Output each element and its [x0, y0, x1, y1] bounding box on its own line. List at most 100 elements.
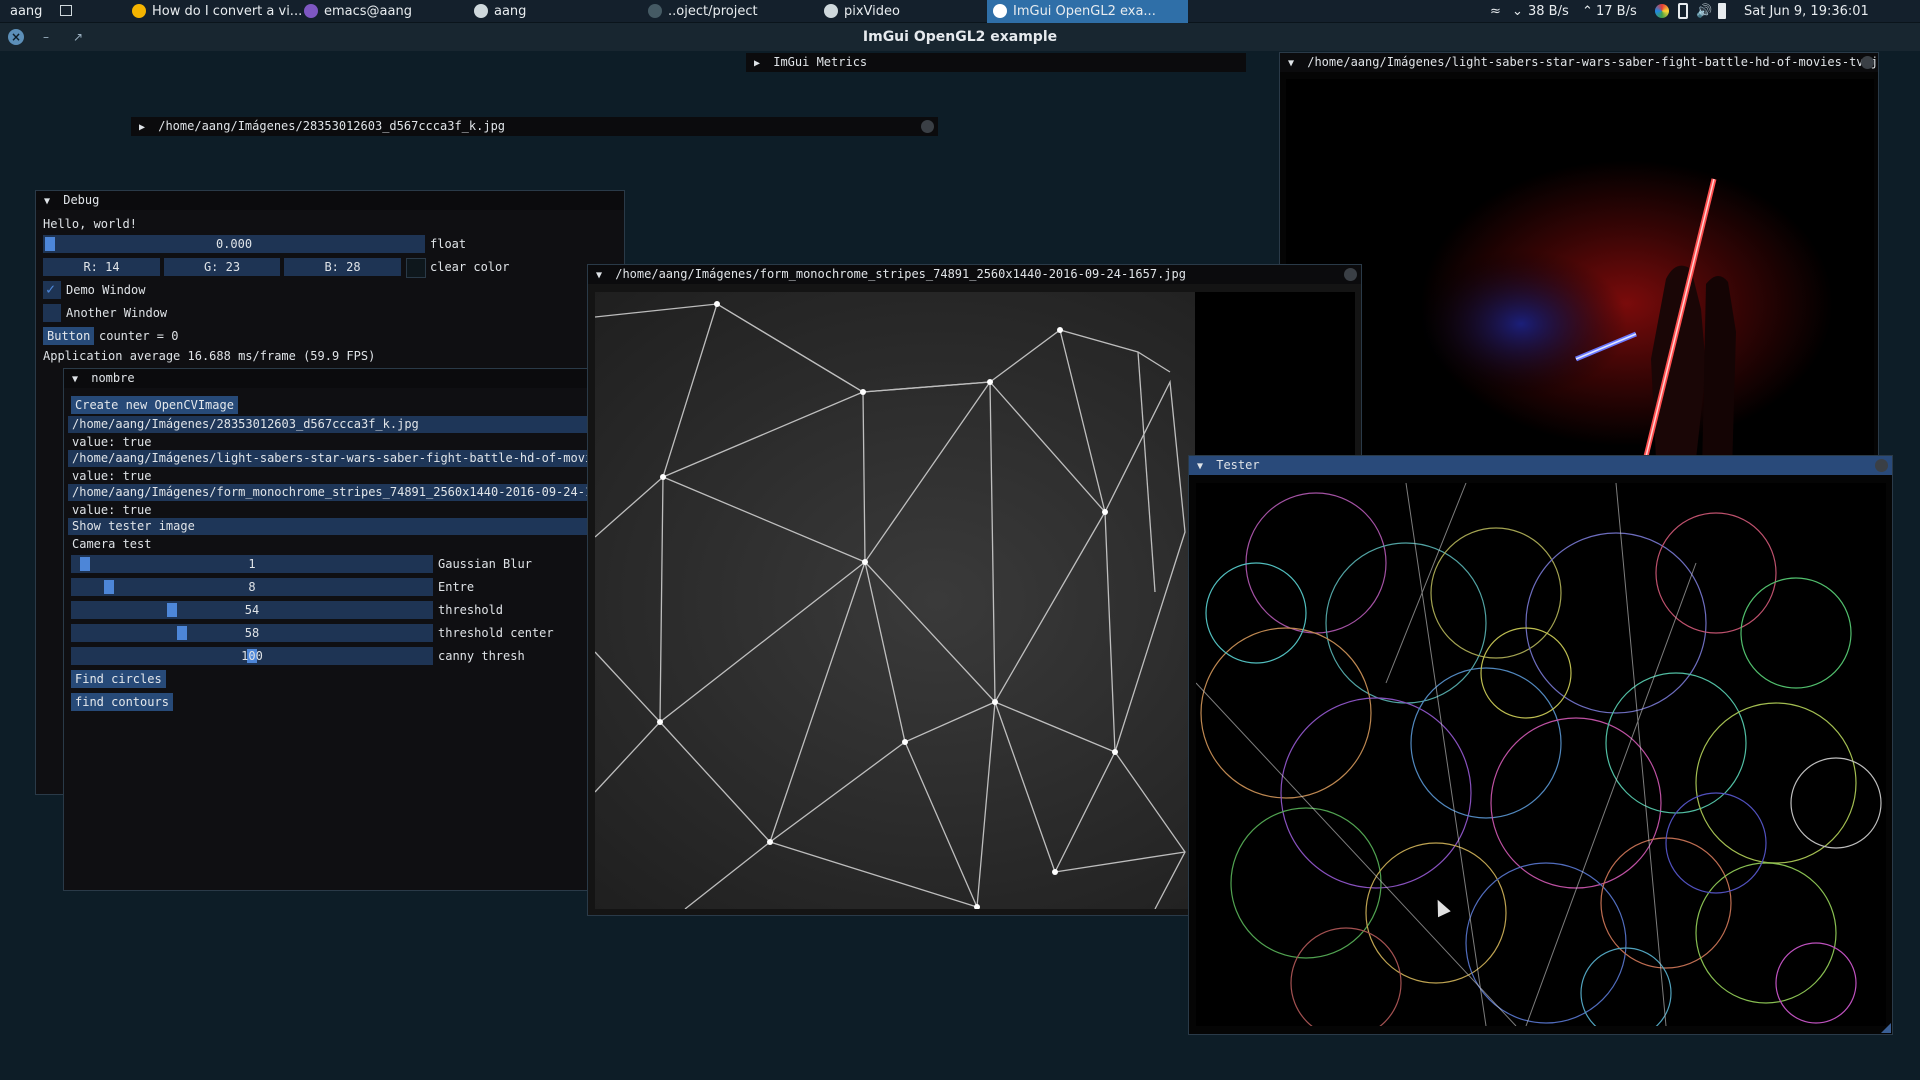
slider-grab[interactable] — [177, 626, 188, 640]
task-6[interactable]: ImGui OpenGL2 exa... — [987, 0, 1188, 23]
collapsed-image-window[interactable]: ▶ /home/aang/Imágenes/28353012603_d567cc… — [131, 117, 938, 136]
slider-2[interactable]: 8 — [71, 578, 433, 596]
find-circles-button[interactable]: Find circles — [71, 670, 166, 688]
color-r-field[interactable]: R: 14 — [43, 258, 160, 276]
show-desktop-button[interactable] — [56, 0, 76, 23]
stripes-header[interactable]: ▼ /home/aang/Imágenes/form_monochrome_st… — [588, 265, 1361, 284]
demo-window-checkbox[interactable]: ✓ — [43, 280, 61, 299]
slider-grab[interactable] — [79, 557, 90, 571]
download-icon: ⌄ — [1512, 4, 1523, 19]
taskbar: aang How do I convert a vi... emacs@aang a… — [0, 0, 1920, 23]
close-icon[interactable] — [921, 120, 934, 133]
task-label: How do I convert a vi... — [152, 4, 303, 19]
close-icon[interactable]: × — [8, 29, 24, 45]
debug-header[interactable]: ▼ Debug — [36, 191, 624, 210]
debug-title: Debug — [63, 193, 100, 207]
task-label: ImGui OpenGL2 exa... — [1013, 4, 1156, 19]
image-path-2[interactable]: /home/aang/Imágenes/light-sabers-star-wa… — [68, 450, 628, 467]
terminal-icon — [648, 4, 662, 18]
maximize-icon[interactable]: ↗ — [70, 29, 86, 45]
stripes-title: /home/aang/Imágenes/form_monochrome_stri… — [615, 267, 1186, 281]
hello-text: Hello, world! — [43, 217, 137, 231]
sabers-window: ▼ /home/aang/Imágenes/light-sabers-star-… — [1279, 52, 1879, 492]
slider-value: 8 — [248, 580, 256, 594]
slider-label: canny thresh — [438, 649, 525, 663]
collapse-triangle-icon[interactable]: ▼ — [44, 192, 56, 210]
task-3[interactable]: aang — [468, 0, 659, 23]
show-tester-item[interactable]: Show tester image — [68, 518, 628, 535]
tester-image — [1196, 483, 1886, 1026]
slider-label: Entre — [438, 580, 475, 594]
net-up: 17 B/s — [1596, 4, 1637, 19]
expand-triangle-icon[interactable]: ▶ — [754, 54, 766, 72]
slider-label: threshold — [438, 603, 504, 617]
task-4[interactable]: ..oject/project — [642, 0, 836, 23]
slider-4[interactable]: 58 — [71, 624, 433, 642]
slider-grab[interactable] — [45, 237, 55, 251]
slider-label: Gaussian Blur — [438, 557, 532, 571]
image-path-1[interactable]: /home/aang/Imágenes/28353012603_d567ccca… — [68, 416, 628, 433]
slider-5[interactable]: 100 — [71, 647, 433, 665]
find-contours-button[interactable]: find contours — [71, 693, 173, 711]
nombre-header[interactable]: ▼ nombre — [64, 369, 622, 388]
task-2[interactable]: emacs@aang — [298, 0, 484, 23]
collapse-triangle-icon[interactable]: ▼ — [1288, 54, 1300, 72]
another-window-checkbox[interactable] — [43, 304, 61, 322]
task-label: emacs@aang — [324, 4, 412, 19]
slider-value: 100 — [241, 649, 263, 663]
task-label: pixVideo — [844, 4, 900, 19]
checkmark-icon: ✓ — [46, 280, 56, 298]
close-icon[interactable] — [1875, 459, 1888, 472]
slider-grab[interactable] — [104, 580, 115, 594]
slider-1[interactable]: 1 — [71, 555, 433, 573]
battery-icon[interactable] — [1718, 3, 1726, 19]
color-b-field[interactable]: B: 28 — [284, 258, 401, 276]
debug-button[interactable]: Button — [43, 327, 95, 345]
tester-window: ▼ Tester — [1188, 455, 1893, 1035]
collapse-triangle-icon[interactable]: ▼ — [1197, 457, 1209, 475]
window-title: ImGui OpenGL2 example — [862, 29, 1058, 45]
volume-icon[interactable]: 🔊 — [1696, 0, 1712, 23]
clock[interactable]: Sat Jun 9, 19:36:01 — [1744, 0, 1869, 23]
phone-icon[interactable] — [1678, 3, 1688, 19]
close-icon[interactable] — [1344, 268, 1357, 281]
window-titlebar[interactable]: × – ↗ ImGui OpenGL2 example — [0, 23, 1920, 51]
task-1[interactable]: How do I convert a vi... — [126, 0, 317, 23]
camera-test-label: Camera test — [72, 537, 152, 551]
minimize-icon[interactable]: – — [38, 29, 54, 45]
metrics-title: ImGui Metrics — [773, 55, 868, 69]
color-g-field[interactable]: G: 23 — [164, 258, 280, 276]
chrome-icon — [132, 4, 146, 18]
wifi-icon[interactable]: ≈ — [1490, 0, 1501, 23]
nombre-window: ▼ nombre Create new OpenCVImage /home/aa… — [63, 368, 628, 891]
color-icon[interactable] — [1655, 4, 1669, 18]
demo-window-label: Demo Window — [66, 283, 146, 297]
fps-text: Application average 16.688 ms/frame (59.… — [43, 349, 376, 363]
metrics-header[interactable]: ▶ ImGui Metrics — [746, 53, 1246, 72]
emacs-icon — [304, 4, 318, 18]
collapse-triangle-icon[interactable]: ▼ — [72, 370, 84, 388]
counter-text: counter = 0 — [99, 329, 179, 343]
slider-value: 1 — [248, 557, 256, 571]
window-icon — [993, 4, 1007, 18]
metrics-window[interactable]: ▶ ImGui Metrics — [746, 53, 1246, 72]
tester-header[interactable]: ▼ Tester — [1189, 456, 1892, 475]
collapse-triangle-icon[interactable]: ▼ — [596, 266, 608, 284]
close-icon[interactable] — [1861, 56, 1874, 69]
slider-grab[interactable] — [166, 603, 177, 617]
clear-color-label: clear color — [430, 260, 510, 274]
resize-grip-icon[interactable] — [1881, 1023, 1891, 1033]
sabers-header[interactable]: ▼ /home/aang/Imágenes/light-sabers-star-… — [1280, 53, 1878, 72]
create-image-button[interactable]: Create new OpenCVImage — [71, 396, 238, 414]
slider-label: threshold center — [438, 626, 554, 640]
workspace-label[interactable]: aang — [4, 0, 54, 23]
float-slider[interactable]: 0.000 — [43, 235, 425, 253]
task-5[interactable]: pixVideo — [818, 0, 1004, 23]
slider-3[interactable]: 54 — [71, 601, 433, 619]
net-down: 38 B/s — [1528, 4, 1569, 19]
image-path-3[interactable]: /home/aang/Imágenes/form_monochrome_stri… — [68, 484, 628, 501]
collapsed-image-header[interactable]: ▶ /home/aang/Imágenes/28353012603_d567cc… — [131, 117, 938, 136]
slider-value: 54 — [244, 603, 260, 617]
expand-triangle-icon[interactable]: ▶ — [139, 118, 151, 136]
clear-color-swatch[interactable] — [406, 258, 426, 278]
